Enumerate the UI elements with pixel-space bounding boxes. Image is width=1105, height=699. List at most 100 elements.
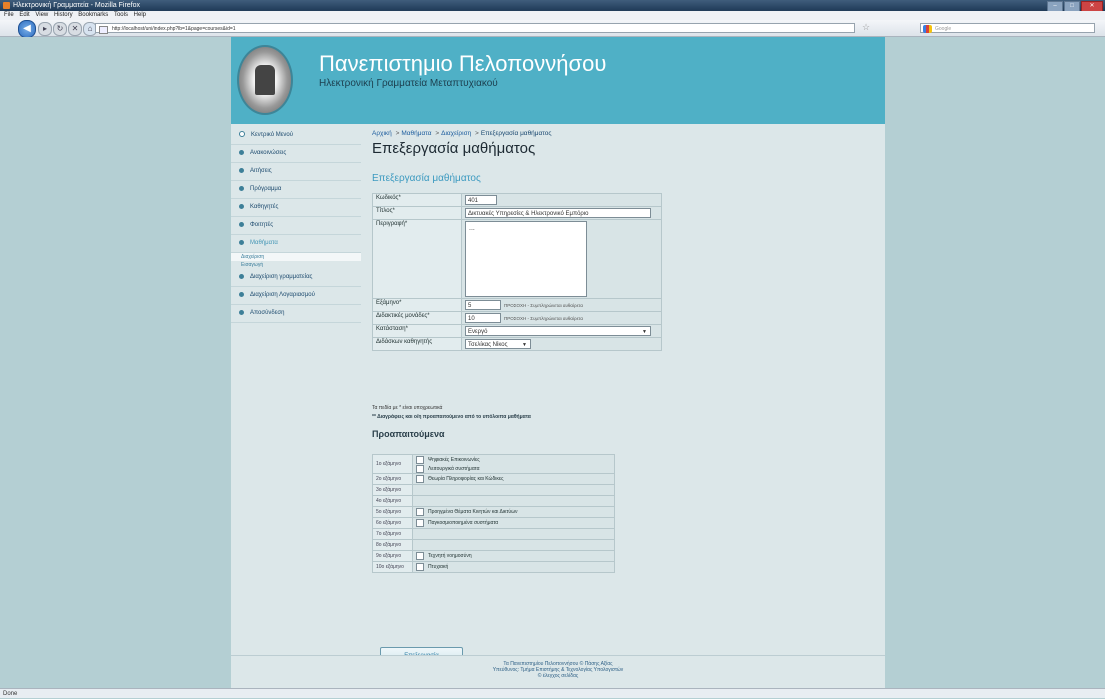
stop-icon[interactable]: ✕	[68, 22, 82, 36]
sidebar-item-label: Φοιτητές	[250, 222, 274, 228]
sidebar-subitem-manage[interactable]: Διαχείριση	[231, 253, 361, 261]
breadcrumb-manage-link[interactable]: Διαχείριση	[441, 130, 471, 137]
empty-cell	[412, 539, 615, 551]
forward-icon[interactable]: ▸	[38, 22, 52, 36]
course-edit-form: Κωδικός* 401 Τίτλος* Δικτυακές Υπηρεσίες…	[372, 193, 662, 351]
breadcrumb: Αρχική > Μαθήματα > Διαχείριση > Επεξεργασί…	[372, 130, 552, 137]
semester-hint: ΠΡΟΣΟΧΗ - Συμπληρώνεται αυθαίρετα	[504, 302, 583, 308]
breadcrumb-courses-link[interactable]: Μαθήματα	[401, 130, 431, 137]
menu-help[interactable]: Help	[134, 12, 146, 18]
prerequisites-title: Προαπαιτούμενα	[372, 429, 445, 439]
semester-row-label: 4ο εξάμηνο	[372, 495, 413, 507]
sidebar-item-announcements[interactable]: Ανακοινώσεις	[231, 145, 361, 163]
url-bar[interactable]: http://localhost/uni/index.php?lb=1&page…	[95, 23, 855, 34]
bullet-icon	[239, 309, 244, 315]
prereq-checkbox[interactable]	[416, 455, 424, 464]
sidebar-item-professors[interactable]: Καθηγητές	[231, 199, 361, 217]
window-titlebar: Ηλεκτρονική Γραμματεία - Mozilla Firefox…	[0, 0, 1105, 12]
sidebar-item-label: Αιτήσεις	[250, 168, 272, 174]
bullet-icon	[239, 221, 244, 227]
prereq-course-label: Ψηφιακές Επικοινωνίες	[428, 456, 480, 463]
bullet-icon	[239, 273, 244, 279]
sidebar-item-students[interactable]: Φοιτητές	[231, 217, 361, 235]
credits-label: Διδακτικές μονάδες*	[372, 311, 462, 325]
sidebar-item-main-menu[interactable]: Κεντρικό Μενού	[231, 127, 361, 145]
reload-icon[interactable]: ↻	[53, 22, 67, 36]
chevron-down-icon: ▼	[522, 342, 527, 348]
sidebar-item-label: Ανακοινώσεις	[250, 150, 287, 156]
sidebar-item-courses[interactable]: Μαθήματα	[231, 235, 361, 253]
prereq-course-label: Παγκοσμιοποιημένα συστήματα	[428, 520, 499, 526]
semester-row-label: 5ο εξάμηνο	[372, 506, 413, 518]
semester-row-label: 2ο εξάμηνο	[372, 473, 413, 485]
menu-file[interactable]: File	[4, 12, 14, 18]
prerequisites-table: 1ο εξάμηνο Ψηφιακές Επικοινωνίες Λειτουρ…	[372, 454, 615, 573]
search-placeholder: Google	[935, 26, 952, 32]
teacher-select[interactable]: Τσελίκας Νίκος ▼	[465, 339, 531, 349]
sidebar-item-label: Μαθήματα	[250, 240, 278, 246]
prereq-checkbox[interactable]	[416, 475, 424, 483]
bullet-icon	[239, 291, 244, 297]
teacher-label: Διδάσκων καθηγητής	[372, 337, 462, 351]
sidebar-item-label: Πρόγραμμα	[250, 186, 282, 192]
menu-view[interactable]: View	[35, 12, 48, 18]
menu-history[interactable]: History	[54, 12, 73, 18]
site-header: Πανεπιστημιο Πελοποννήσου Ηλεκτρονική Γρ…	[231, 37, 885, 124]
sidebar-item-schedule[interactable]: Πρόγραμμα	[231, 181, 361, 199]
sidebar-subitem-insert[interactable]: Εισαγωγή	[231, 261, 361, 269]
empty-cell	[412, 495, 615, 507]
prereq-checkbox[interactable]	[416, 508, 424, 516]
firefox-icon	[3, 2, 10, 9]
description-textarea[interactable]: ...	[465, 221, 587, 297]
google-icon	[923, 25, 932, 33]
code-input[interactable]: 401	[465, 195, 497, 205]
sidebar-item-applications[interactable]: Αιτήσεις	[231, 163, 361, 181]
menu-tools[interactable]: Tools	[114, 12, 128, 18]
page-viewport: Πανεπιστημιο Πελοποννήσου Ηλεκτρονική Γρ…	[0, 37, 1105, 689]
prereq-checkbox[interactable]	[416, 519, 424, 527]
semester-row-label: 7ο εξάμηνο	[372, 528, 413, 540]
semester-row-label: 1ο εξάμηνο	[372, 454, 413, 474]
menu-bookmarks[interactable]: Bookmarks	[78, 12, 108, 18]
bullet-icon	[239, 203, 244, 209]
status-label: Κατάσταση*	[372, 324, 462, 338]
status-select[interactable]: Ενεργό ▼	[465, 326, 651, 336]
section-title: Επεξεργασία μαθήματος	[372, 173, 481, 184]
sidebar-item-logout[interactable]: Αποσύνδεση	[231, 305, 361, 323]
bookmark-star-icon[interactable]: ☆	[862, 22, 870, 33]
credits-input[interactable]: 10	[465, 313, 501, 323]
sidebar-item-account-admin[interactable]: Διαχείριση Λογαριασμού	[231, 287, 361, 305]
prereq-checkbox[interactable]	[416, 464, 424, 473]
page-container: Πανεπιστημιο Πελοποννήσου Ηλεκτρονική Γρ…	[231, 37, 885, 689]
site-footer: Τα Πανεπιστημίου Πελοποννήσου © Πάσης Αξ…	[231, 655, 885, 689]
bullet-icon	[239, 167, 244, 173]
site-title: Πανεπιστημιο Πελοποννήσου	[319, 51, 607, 76]
credits-hint: ΠΡΟΣΟΧΗ - Συμπληρώνεται αυθαίρετα	[504, 315, 583, 321]
semester-input[interactable]: 5	[465, 300, 501, 310]
title-input[interactable]: Δικτυακές Υπηρεσίες & Ηλεκτρονικό Εμπόρι…	[465, 208, 651, 218]
semester-row-label: 8ο εξάμηνο	[372, 539, 413, 551]
bullet-icon	[239, 239, 244, 245]
prereq-checkbox[interactable]	[416, 552, 424, 560]
sidebar-item-label: Κεντρικό Μενού	[251, 132, 294, 138]
breadcrumb-home-link[interactable]: Αρχική	[372, 130, 392, 137]
back-icon[interactable]: ◀	[18, 20, 36, 38]
description-label: Περιγραφή*	[372, 219, 462, 299]
footer-validation-link[interactable]: © έλεγχος σελίδας	[231, 673, 885, 679]
menu-edit[interactable]: Edit	[19, 12, 29, 18]
prereq-course-label: Προηγμένα Θέματα Κινητών και Δικτύων	[428, 509, 518, 515]
title-label: Τίτλος*	[372, 206, 462, 220]
semester-row-label: 9ο εξάμηνο	[372, 550, 413, 562]
semester-label: Εξάμηνο*	[372, 298, 462, 312]
semester-row-label: 10ο εξάμηνο	[372, 561, 413, 573]
url-text: http://localhost/uni/index.php?lb=1&page…	[112, 26, 236, 32]
sidebar-item-label: Αποσύνδεση	[250, 310, 285, 316]
prereq-checkbox[interactable]	[416, 563, 424, 571]
search-bar[interactable]: Google	[920, 23, 1095, 33]
sidebar-item-secretariat-admin[interactable]: Διαχείριση γραμματείας	[231, 269, 361, 287]
breadcrumb-separator: >	[435, 130, 440, 137]
prereq-course-label: Θεωρία Πληροφορίας και Κώδικες	[428, 476, 504, 482]
prereq-course-label: Τεχνητή νοημοσύνη	[428, 553, 472, 559]
bullet-icon	[239, 149, 244, 155]
window-title: Ηλεκτρονική Γραμματεία - Mozilla Firefox	[13, 2, 141, 9]
